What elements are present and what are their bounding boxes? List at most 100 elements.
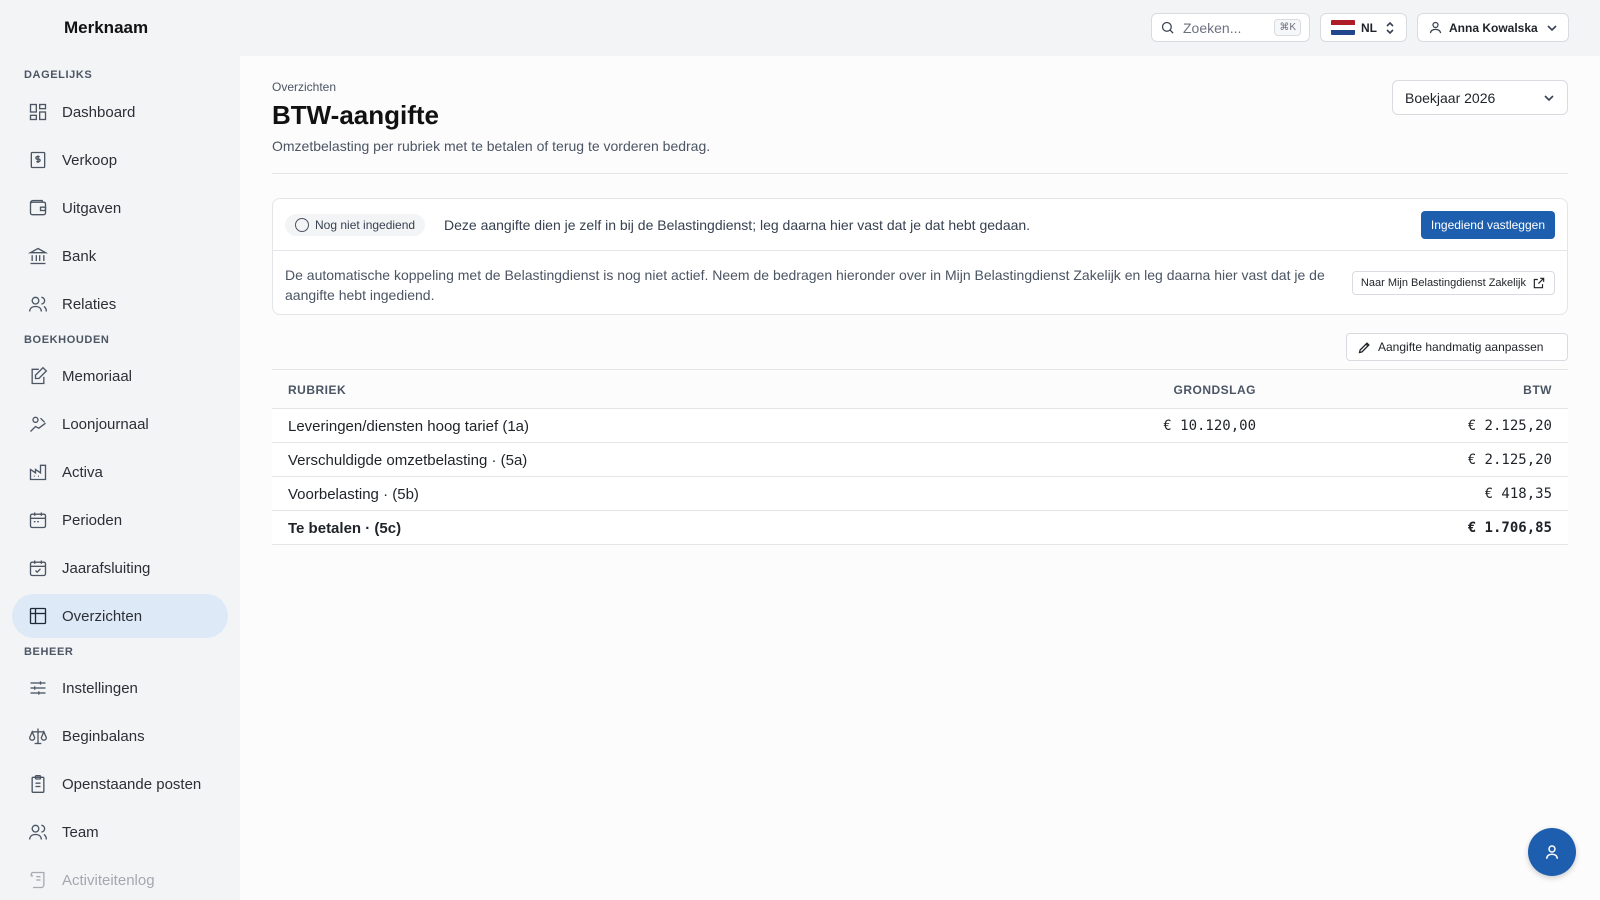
sidebar-item-label: Jaarafsluiting (62, 559, 151, 577)
table-row-total: Te betalen · (5c) € 1.706,85 (272, 511, 1568, 545)
breadcrumb[interactable]: Overzichten (272, 80, 336, 94)
language-selector[interactable]: NL (1320, 13, 1407, 42)
sidebar-item-label: Activiteitenlog (62, 871, 155, 889)
header-divider (272, 173, 1568, 174)
language-code: NL (1361, 20, 1377, 35)
sidebar-item-label: Dashboard (62, 103, 136, 121)
invoice-icon (30, 151, 46, 169)
bank-icon (28, 247, 48, 265)
integration-note: De automatische koppeling met de Belasti… (285, 267, 1325, 303)
calendar-check-icon (29, 560, 47, 577)
mark-filed-button[interactable]: Ingediend vastleggen (1420, 211, 1555, 239)
belastingdienst-link-button[interactable]: Naar Mijn Belastingdienst Zakelijk (1351, 271, 1555, 295)
sidebar-item-perioden[interactable]: Perioden (12, 498, 228, 542)
sidebar-item-jaarafsluiting[interactable]: Jaarafsluiting (12, 546, 228, 590)
sidebar-item-activa[interactable]: Activa (12, 450, 228, 494)
sidebar-item-loonjournaal[interactable]: Loonjournaal (12, 402, 228, 446)
search-input[interactable]: Zoeken... (1183, 20, 1274, 36)
status-badge: Nog niet ingediend (285, 214, 426, 236)
row-grondslag: € 10.120,00 (1163, 418, 1256, 434)
scale-icon (28, 728, 48, 745)
column-header-rubriek: RUBRIEK (288, 383, 347, 397)
user-icon (1429, 21, 1442, 34)
wallet-icon (29, 199, 47, 216)
support-chat-button[interactable] (1528, 828, 1576, 876)
row-rubriek: Verschuldigde omzetbelasting · (5a) (288, 452, 528, 469)
sliders-icon (30, 681, 46, 695)
sidebar-item-label: Uitgaven (62, 199, 122, 217)
circle-icon (295, 218, 309, 232)
sidebar-item-label: Verkoop (62, 151, 118, 169)
edit-return-button[interactable]: Aangifte handmatig aanpassen (1346, 333, 1568, 361)
scroll-icon (30, 871, 45, 889)
column-header-btw: BTW (1523, 383, 1552, 397)
row-rubriek: Leveringen/diensten hoog tarief (1a) (288, 418, 529, 435)
sidebar-item-label: Perioden (62, 511, 123, 529)
edit-return-label: Aangifte handmatig aanpassen (1378, 340, 1544, 354)
journal-edit-icon (31, 366, 48, 385)
table-header: RUBRIEK GRONDSLAG BTW (272, 369, 1568, 409)
section-label-beheer: BEHEER (24, 646, 74, 658)
sidebar-item-instellingen[interactable]: Instellingen (12, 666, 228, 710)
sidebar-item-label: Openstaande posten (62, 775, 202, 793)
user-name: Anna Kowalska (1449, 20, 1538, 35)
fiscal-year-select[interactable]: Boekjaar 2026 (1392, 80, 1568, 115)
external-link-icon (1533, 277, 1545, 289)
sidebar-item-label: Instellingen (62, 679, 138, 697)
search-shortcut: ⌘K (1274, 19, 1301, 36)
section-label-boekhouden: BOEKHOUDEN (24, 334, 110, 346)
sidebar-item-verkoop[interactable]: Verkoop (12, 138, 228, 182)
calendar-icon (29, 512, 47, 529)
sidebar-item-label: Loonjournaal (62, 415, 149, 433)
section-label-dagelijks: DAGELIJKS (24, 69, 93, 81)
table-icon (29, 607, 47, 625)
table-row: Leveringen/diensten hoog tarief (1a) € 1… (272, 409, 1568, 443)
sidebar-item-label: Memoriaal (62, 367, 133, 385)
factory-icon (29, 464, 47, 481)
chevron-down-icon (1544, 94, 1554, 101)
sidebar: DAGELIJKS BOEKHOUDEN BEHEER Dashboard Ve… (0, 56, 240, 900)
filing-status-card: Nog niet ingediend Deze aangifte dien je… (272, 198, 1568, 315)
search-box[interactable]: Zoeken... ⌘K (1151, 13, 1310, 42)
status-message: Deze aangifte dien je zelf in bij de Bel… (444, 217, 1031, 233)
belastingdienst-link-label: Naar Mijn Belastingdienst Zakelijk (1360, 277, 1526, 289)
table-row: Verschuldigde omzetbelasting · (5a) € 2.… (272, 443, 1568, 477)
sidebar-item-dashboard[interactable]: Dashboard (12, 90, 228, 134)
sidebar-item-label: Beginbalans (62, 727, 145, 745)
sidebar-item-team[interactable]: Team (12, 810, 228, 854)
sidebar-item-label: Bank (62, 247, 97, 265)
sidebar-item-label: Activa (62, 463, 103, 481)
sidebar-item-memoriaal[interactable]: Memoriaal (12, 354, 228, 398)
row-rubriek: Voorbelasting · (5b) (288, 486, 419, 503)
page-subtitle: Omzetbelasting per rubriek met te betale… (272, 138, 711, 154)
sidebar-item-uitgaven[interactable]: Uitgaven (12, 186, 228, 230)
pencil-icon (1358, 341, 1370, 353)
search-icon (1161, 21, 1174, 34)
row-btw: € 1.706,85 (1467, 520, 1552, 536)
status-row: Nog niet ingediend Deze aangifte dien je… (273, 199, 1567, 251)
sidebar-item-label: Overzichten (62, 607, 143, 625)
users-icon (29, 296, 47, 312)
sidebar-item-openstaande-posten[interactable]: Openstaande posten (12, 762, 228, 806)
chevron-down-icon (1547, 24, 1557, 31)
row-rubriek: Te betalen · (5c) (288, 520, 402, 537)
sidebar-item-bank[interactable]: Bank (12, 234, 228, 278)
sidebar-item-activiteitenlog[interactable]: Activiteitenlog (12, 858, 228, 900)
main-content: Overzichten BTW-aangifte Omzetbelasting … (240, 56, 1600, 900)
sidebar-item-beginbalans[interactable]: Beginbalans (12, 714, 228, 758)
table-row: Voorbelasting · (5b) € 418,35 (272, 477, 1568, 511)
sidebar-item-overzichten[interactable]: Overzichten (12, 594, 228, 638)
fiscal-year-value: Boekjaar 2026 (1405, 89, 1496, 106)
chevron-up-down-icon (1386, 21, 1394, 34)
assistant-icon (1546, 845, 1558, 859)
brand-logo[interactable]: Merknaam (64, 18, 148, 38)
sidebar-item-label: Team (62, 823, 99, 841)
user-menu[interactable]: Anna Kowalska (1417, 13, 1569, 42)
dashboard-icon (29, 103, 47, 121)
sidebar-item-label: Relaties (62, 295, 117, 313)
column-header-grondslag: GRONDSLAG (1173, 383, 1256, 397)
sidebar-item-relaties[interactable]: Relaties (12, 282, 228, 326)
page-title: BTW-aangifte (272, 100, 440, 130)
team-icon (29, 824, 47, 840)
top-bar: Merknaam Zoeken... ⌘K NL Anna Kowalska (0, 0, 1600, 56)
